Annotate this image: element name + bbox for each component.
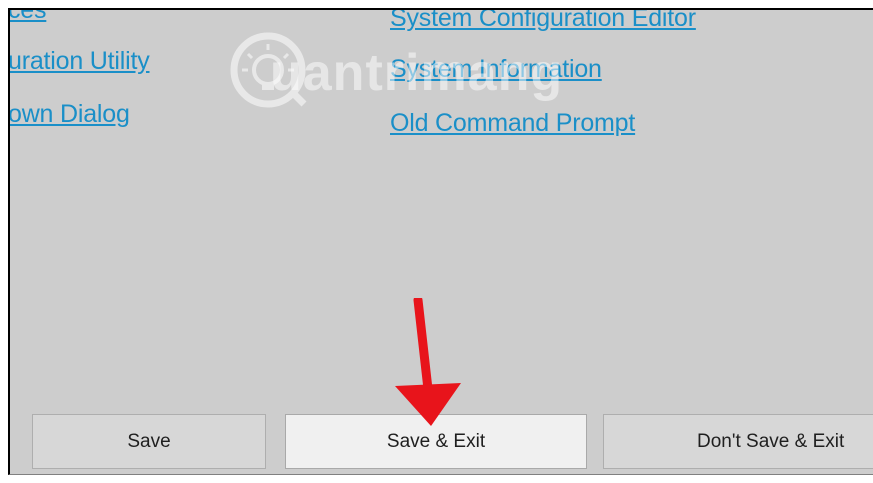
red-arrow-icon xyxy=(395,298,461,426)
save-button[interactable]: Save xyxy=(32,414,266,469)
dont-save-exit-button[interactable]: Don't Save & Exit xyxy=(603,414,873,469)
link-system-information[interactable]: System Information xyxy=(390,55,602,84)
link-services-partial[interactable]: ces xyxy=(10,10,47,25)
link-old-command-prompt[interactable]: Old Command Prompt xyxy=(390,109,635,138)
link-shutdown-dialog[interactable]: own Dialog xyxy=(10,100,130,129)
link-system-configuration-editor[interactable]: System Configuration Editor xyxy=(390,10,696,33)
link-configuration-utility[interactable]: uration Utility xyxy=(10,47,150,76)
